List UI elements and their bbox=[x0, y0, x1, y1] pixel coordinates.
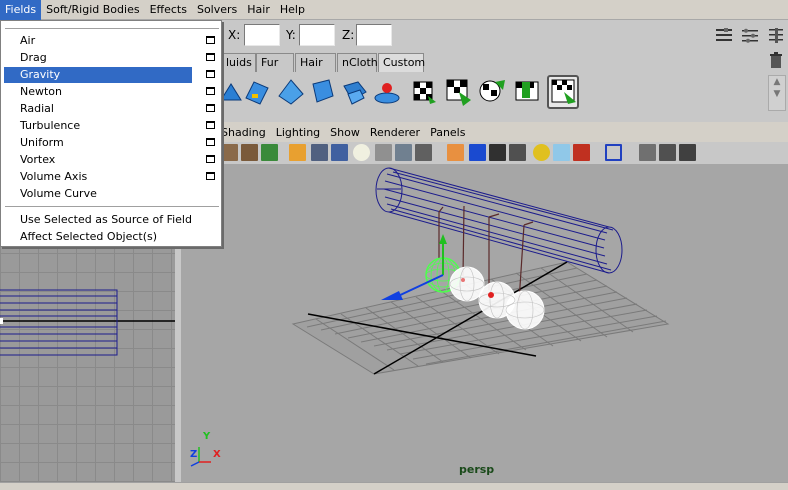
tab-fluids[interactable]: luids bbox=[222, 53, 256, 72]
tool-settings-icon[interactable] bbox=[740, 26, 760, 46]
menu-separator bbox=[5, 206, 219, 208]
textured-icon[interactable] bbox=[489, 144, 506, 161]
panel-toolbar bbox=[181, 142, 788, 163]
trash-icon[interactable] bbox=[768, 52, 784, 70]
layout-icon-2[interactable] bbox=[659, 144, 676, 161]
resolution-gate-icon[interactable] bbox=[331, 144, 348, 161]
menu-item-newton[interactable]: Newton bbox=[4, 84, 192, 100]
axis-x-label: X bbox=[213, 449, 221, 460]
panel-menubar: Shading Lighting Show Renderer Panels bbox=[181, 122, 788, 142]
channel-box-icon[interactable] bbox=[714, 26, 734, 46]
volume-axis-option-icon[interactable] bbox=[206, 172, 215, 180]
safe-action-icon[interactable] bbox=[353, 144, 370, 161]
x-label: X: bbox=[228, 28, 241, 42]
checker-icon-2[interactable] bbox=[443, 76, 473, 108]
menu-item-affect-selected[interactable]: Affect Selected Object(s) bbox=[4, 229, 218, 245]
panel-menu-renderer[interactable]: Renderer bbox=[365, 126, 425, 139]
drag-option-icon[interactable] bbox=[206, 53, 215, 61]
image-plane-icon[interactable] bbox=[261, 144, 278, 161]
menu-item-air[interactable]: Air bbox=[4, 33, 192, 49]
xray-icon[interactable] bbox=[447, 144, 464, 161]
menu-item-radial[interactable]: Radial bbox=[4, 101, 192, 117]
wireframe-icon[interactable] bbox=[375, 144, 392, 161]
perspective-panel: Shading Lighting Show Renderer Panels Y … bbox=[181, 120, 788, 482]
layout-icon-3[interactable] bbox=[679, 144, 696, 161]
shelf-tabs: luids Fur Hair nCloth Custom bbox=[222, 52, 788, 72]
checker-icon-1[interactable] bbox=[408, 76, 438, 108]
menu-effects[interactable]: Effects bbox=[145, 0, 192, 20]
light-icon[interactable] bbox=[533, 144, 550, 161]
perspective-viewport[interactable]: Y Z X persp bbox=[181, 164, 788, 482]
tab-custom[interactable]: Custom bbox=[378, 53, 425, 72]
axis-y-label: Y bbox=[203, 431, 211, 442]
passive-rigid-icon[interactable] bbox=[275, 76, 305, 108]
shelf: ▲ ▼ bbox=[220, 73, 788, 113]
constraint-icon[interactable] bbox=[307, 76, 337, 108]
panel-menu-panels[interactable]: Panels bbox=[425, 126, 470, 139]
camera-attributes-icon[interactable] bbox=[221, 144, 238, 161]
high-quality-icon[interactable] bbox=[573, 144, 590, 161]
use-all-lights-icon[interactable] bbox=[553, 144, 570, 161]
menu-item-volume-axis[interactable]: Volume Axis bbox=[4, 169, 192, 185]
newton-option-icon[interactable] bbox=[206, 87, 215, 95]
emitter-icon[interactable] bbox=[372, 76, 402, 108]
menu-item-vortex[interactable]: Vortex bbox=[4, 152, 192, 168]
grid-toggle-icon[interactable] bbox=[289, 144, 306, 161]
camera-label: persp bbox=[459, 463, 495, 476]
air-option-icon[interactable] bbox=[206, 36, 215, 44]
y-field[interactable] bbox=[299, 24, 335, 46]
menu-item-volume-curve[interactable]: Volume Curve bbox=[4, 186, 192, 202]
checker-icon-selected[interactable] bbox=[547, 75, 579, 109]
bounding-box-icon[interactable] bbox=[415, 144, 432, 161]
main-menubar: Fields Soft/Rigid Bodies Effects Solvers… bbox=[0, 0, 788, 20]
film-gate-icon[interactable] bbox=[311, 144, 328, 161]
x-field[interactable] bbox=[244, 24, 280, 46]
menu-soft-rigid-bodies[interactable]: Soft/Rigid Bodies bbox=[41, 0, 144, 20]
menu-item-use-selected-source[interactable]: Use Selected as Source of Field bbox=[4, 212, 218, 228]
menu-item-drag[interactable]: Drag bbox=[4, 50, 192, 66]
tab-hair[interactable]: Hair bbox=[295, 53, 336, 72]
shadows-icon[interactable] bbox=[509, 144, 526, 161]
menu-item-uniform[interactable]: Uniform bbox=[4, 135, 192, 151]
bottom-strip bbox=[0, 482, 788, 490]
shelf-scroll[interactable]: ▲ ▼ bbox=[768, 75, 786, 111]
menu-tearoff[interactable] bbox=[5, 28, 219, 30]
checker-icon-3[interactable] bbox=[477, 76, 507, 108]
isolate-select-icon[interactable] bbox=[605, 144, 622, 161]
menu-item-gravity[interactable]: Gravity bbox=[4, 67, 192, 83]
panel-menu-show[interactable]: Show bbox=[325, 126, 365, 139]
tab-fur[interactable]: Fur bbox=[256, 53, 294, 72]
panel-menu-shading[interactable]: Shading bbox=[216, 126, 271, 139]
menu-fields[interactable]: Fields bbox=[0, 0, 42, 20]
radial-option-icon[interactable] bbox=[206, 104, 215, 112]
y-label: Y: bbox=[286, 28, 296, 42]
menu-help[interactable]: Help bbox=[275, 0, 310, 20]
z-label: Z: bbox=[342, 28, 355, 42]
uniform-option-icon[interactable] bbox=[206, 138, 215, 146]
gravity-option-icon[interactable] bbox=[206, 70, 215, 78]
panel-menu-lighting[interactable]: Lighting bbox=[271, 126, 325, 139]
checker-icon-4[interactable] bbox=[512, 76, 542, 108]
turbulence-option-icon[interactable] bbox=[206, 121, 215, 129]
rigid-body-icon[interactable] bbox=[242, 76, 272, 108]
tab-ncloth[interactable]: nCloth bbox=[337, 53, 378, 72]
spring-icon[interactable] bbox=[340, 76, 370, 108]
fields-dropdown-menu: Air Drag Gravity Newton Radial Turbulenc… bbox=[0, 20, 222, 247]
menu-item-turbulence[interactable]: Turbulence bbox=[4, 118, 192, 134]
default-material-icon[interactable] bbox=[469, 144, 486, 161]
vortex-option-icon[interactable] bbox=[206, 155, 215, 163]
menu-hair[interactable]: Hair bbox=[242, 0, 275, 20]
layout-icon-1[interactable] bbox=[639, 144, 656, 161]
menu-solvers[interactable]: Solvers bbox=[192, 0, 242, 20]
z-field[interactable] bbox=[356, 24, 392, 46]
bookmark-icon[interactable] bbox=[241, 144, 258, 161]
smooth-shade-icon[interactable] bbox=[395, 144, 412, 161]
status-line: X: Y: Z: bbox=[222, 20, 788, 52]
attribute-editor-icon[interactable] bbox=[766, 26, 786, 46]
axis-z-label: Z bbox=[190, 449, 198, 460]
